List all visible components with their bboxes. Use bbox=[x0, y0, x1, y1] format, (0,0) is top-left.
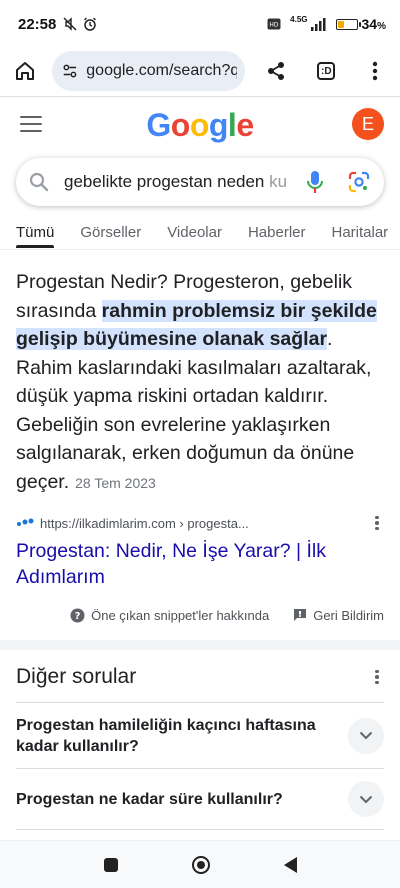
tab-1[interactable]: Görseller bbox=[80, 216, 141, 248]
section-separator bbox=[0, 640, 400, 650]
google-header: Google E bbox=[0, 100, 400, 150]
status-bar: 22:58 HD 4.5G 34% bbox=[0, 0, 400, 48]
logo-letter: e bbox=[236, 106, 254, 143]
url-text: google.com/search?q=g bbox=[86, 62, 237, 79]
search-input[interactable]: gebelikte progestan neden kull bbox=[64, 172, 286, 192]
battery-percent: 34% bbox=[361, 16, 386, 32]
about-snippets-link[interactable]: ? Öne çıkan snippet'ler hakkında bbox=[70, 608, 269, 623]
feedback-icon bbox=[294, 609, 307, 621]
tab-0[interactable]: Tümü bbox=[16, 216, 55, 248]
share-icon bbox=[267, 62, 284, 80]
share-button[interactable] bbox=[259, 53, 293, 89]
svg-text:HD: HD bbox=[270, 22, 280, 29]
more-vert-icon bbox=[372, 61, 377, 81]
status-right: HD 4.5G 34% bbox=[266, 14, 386, 32]
browser-toolbar: google.com/search?q=g :D bbox=[0, 48, 400, 94]
menu-line bbox=[20, 122, 42, 126]
tab-switcher-button[interactable]: :D bbox=[309, 53, 343, 89]
microphone-icon bbox=[307, 171, 323, 193]
other-questions-title: Diğer sorular bbox=[16, 665, 137, 688]
google-lens-icon bbox=[348, 171, 370, 193]
result-options-button[interactable] bbox=[370, 515, 384, 531]
question-item[interactable]: Progestan hamileliğin kaçıncı haftasına … bbox=[16, 702, 384, 768]
recents-button[interactable] bbox=[103, 857, 118, 872]
account-avatar[interactable]: E bbox=[352, 108, 384, 140]
snippet-date: 28 Tem 2023 bbox=[75, 474, 156, 491]
network-type: 4.5G bbox=[290, 14, 308, 24]
help-icon: ? bbox=[70, 608, 85, 622]
back-button[interactable] bbox=[283, 856, 297, 873]
menu-line bbox=[20, 116, 42, 119]
expand-button[interactable] bbox=[348, 717, 384, 754]
question-text: Progestan ne kadar süre kullanılır? bbox=[16, 790, 283, 808]
google-logo[interactable]: Google bbox=[146, 106, 254, 144]
mute-icon bbox=[62, 16, 78, 32]
menu-line bbox=[20, 129, 42, 132]
lens-search-button[interactable] bbox=[346, 169, 372, 195]
logo-letter: o bbox=[170, 106, 191, 143]
tabs-divider bbox=[0, 249, 400, 250]
home-button[interactable] bbox=[8, 53, 42, 89]
home-icon bbox=[16, 62, 35, 80]
expand-button[interactable] bbox=[348, 781, 384, 817]
system-navigation-bar bbox=[0, 840, 400, 888]
signal-icon bbox=[310, 16, 326, 32]
featured-snippet: Progestan Nedir? Progesteron, gebelik sı… bbox=[16, 268, 384, 497]
snippet-text-after: . Rahim kaslarındaki kasılmaları azaltar… bbox=[16, 328, 372, 493]
chevron-down-icon bbox=[359, 795, 373, 803]
hamburger-menu-button[interactable] bbox=[18, 112, 44, 136]
status-time: 22:58 bbox=[18, 15, 57, 33]
site-favicon-icon bbox=[17, 518, 34, 526]
logo-letter: g bbox=[208, 106, 229, 143]
result-source[interactable]: https://ilkadimlarim.com › progesta... bbox=[16, 512, 384, 534]
result-title-link[interactable]: Progestan: Nedir, Ne İşe Yarar? | İlk Ad… bbox=[16, 538, 384, 590]
other-questions-header: Diğer sorular bbox=[16, 660, 384, 694]
volte-icon: HD bbox=[266, 16, 282, 32]
feedback-link[interactable]: Geri Bildirim bbox=[293, 608, 384, 623]
snippet-footer: ? Öne çıkan snippet'ler hakkında Geri Bi… bbox=[0, 604, 400, 626]
browser-menu-button[interactable] bbox=[358, 53, 392, 89]
question-text: Progestan hamileliğin kaçıncı haftasına … bbox=[16, 716, 316, 755]
other-questions-options-button[interactable] bbox=[370, 669, 384, 685]
home-nav-button[interactable] bbox=[191, 855, 210, 874]
logo-letter: G bbox=[146, 106, 171, 143]
about-snippets-label: Öne çıkan snippet'ler hakkında bbox=[91, 607, 270, 623]
address-bar[interactable]: google.com/search?q=g bbox=[52, 51, 245, 91]
toolbar-divider bbox=[0, 96, 400, 97]
source-url: https://ilkadimlarim.com › progesta... bbox=[40, 515, 249, 531]
search-box[interactable]: gebelikte progestan neden kull bbox=[16, 158, 384, 206]
svg-text:?: ? bbox=[75, 611, 81, 622]
chevron-down-icon bbox=[359, 731, 373, 740]
alarm-icon bbox=[82, 16, 98, 32]
search-icon bbox=[29, 172, 49, 192]
battery-icon bbox=[335, 18, 361, 30]
question-item[interactable]: Progestan ne kadar süre kullanılır? bbox=[16, 768, 384, 830]
tab-count: :D bbox=[317, 62, 336, 80]
tab-3[interactable]: Haberler bbox=[248, 216, 306, 248]
tab-4[interactable]: Haritalar bbox=[332, 216, 389, 248]
voice-search-button[interactable] bbox=[302, 169, 328, 195]
tab-2[interactable]: Videolar bbox=[167, 216, 222, 248]
feedback-label: Geri Bildirim bbox=[313, 607, 384, 623]
site-settings-icon[interactable] bbox=[62, 62, 78, 80]
search-tabs: Tümü Görseller Videolar Haberler Haritalar bbox=[0, 216, 400, 248]
logo-letter: o bbox=[189, 106, 210, 143]
